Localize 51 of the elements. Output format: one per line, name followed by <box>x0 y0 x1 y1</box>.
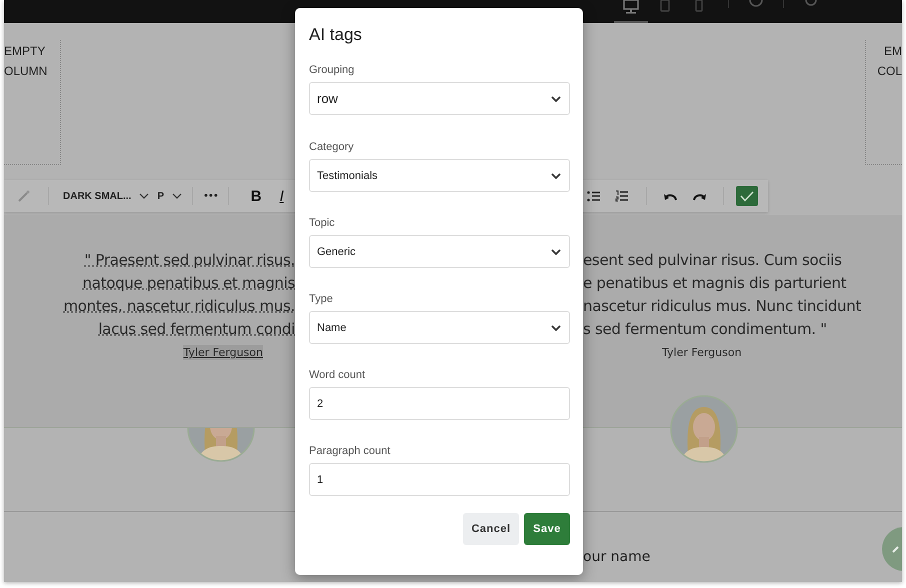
quote-text: nascetur ridiculus mus. Nunc tincidunt <box>583 296 862 317</box>
save-button[interactable]: Save <box>524 513 570 545</box>
cancel-button[interactable]: Cancel <box>463 513 519 545</box>
block-type-dropdown[interactable]: P <box>157 190 164 202</box>
chevron-down-icon <box>551 248 561 254</box>
confirm-button[interactable] <box>736 186 758 206</box>
text-style-dropdown[interactable]: DARK SMAL... <box>63 190 132 202</box>
field-label: Category <box>309 141 355 154</box>
bold-button[interactable]: B <box>250 188 262 204</box>
field-label: Type <box>309 293 334 306</box>
field-label: Word count <box>309 369 366 382</box>
quote-text: natoque penatibus et magnis <box>82 273 295 294</box>
select-field[interactable]: Generic <box>309 235 570 268</box>
placeholder-text: COL <box>877 64 902 78</box>
dialog-title: AI tags <box>309 25 363 45</box>
phone-icon <box>695 0 703 12</box>
quote-text: esent sed pulvinar risus. Cum sociis <box>583 250 842 271</box>
quote-text: e penatibus et magnis dis parturient <box>583 273 846 294</box>
placeholder-text: OLUMN <box>4 64 48 78</box>
select-field[interactable]: Name <box>309 311 570 344</box>
quote-text: " Praesent sed pulvinar risus. <box>84 250 295 271</box>
chevron-down-icon <box>551 96 561 102</box>
author-name: Tyler Ferguson <box>662 345 742 360</box>
quote-text: lacus sed fermentum condi <box>98 319 295 340</box>
numbered-list-icon[interactable] <box>615 190 629 202</box>
select-field[interactable]: row <box>309 82 570 115</box>
chevron-down-icon <box>551 172 561 178</box>
bullet-list-icon[interactable] <box>587 190 601 202</box>
author-name: Tyler Ferguson <box>183 345 263 360</box>
quote-text: s sed fermentum condimentum. " <box>583 319 827 340</box>
chevron-down-icon <box>551 324 561 330</box>
form-field-label: our name <box>583 549 650 565</box>
placeholder-text: EMPTY <box>4 44 46 58</box>
quote-text: montes, nascetur ridiculus mus. <box>63 296 295 317</box>
chevron-down-icon[interactable] <box>139 193 150 199</box>
field-label: Paragraph count <box>309 445 392 458</box>
redo-icon[interactable] <box>692 192 706 200</box>
field-label: Grouping <box>309 64 356 77</box>
undo-icon[interactable] <box>664 192 678 200</box>
placeholder-text: EM <box>884 44 902 58</box>
input-field[interactable]: 1 <box>309 463 570 496</box>
chevron-down-icon[interactable] <box>172 193 182 199</box>
italic-button[interactable]: I <box>280 188 284 204</box>
device-tab[interactable] <box>614 0 648 23</box>
select-field[interactable]: Testimonials <box>309 159 570 192</box>
tablet-icon <box>660 0 670 12</box>
checkmark-icon <box>740 190 754 202</box>
input-field[interactable]: 2 <box>309 387 570 420</box>
field-label: Topic <box>309 217 336 230</box>
monitor-icon <box>623 0 639 14</box>
more-button[interactable]: ••• <box>203 190 218 202</box>
